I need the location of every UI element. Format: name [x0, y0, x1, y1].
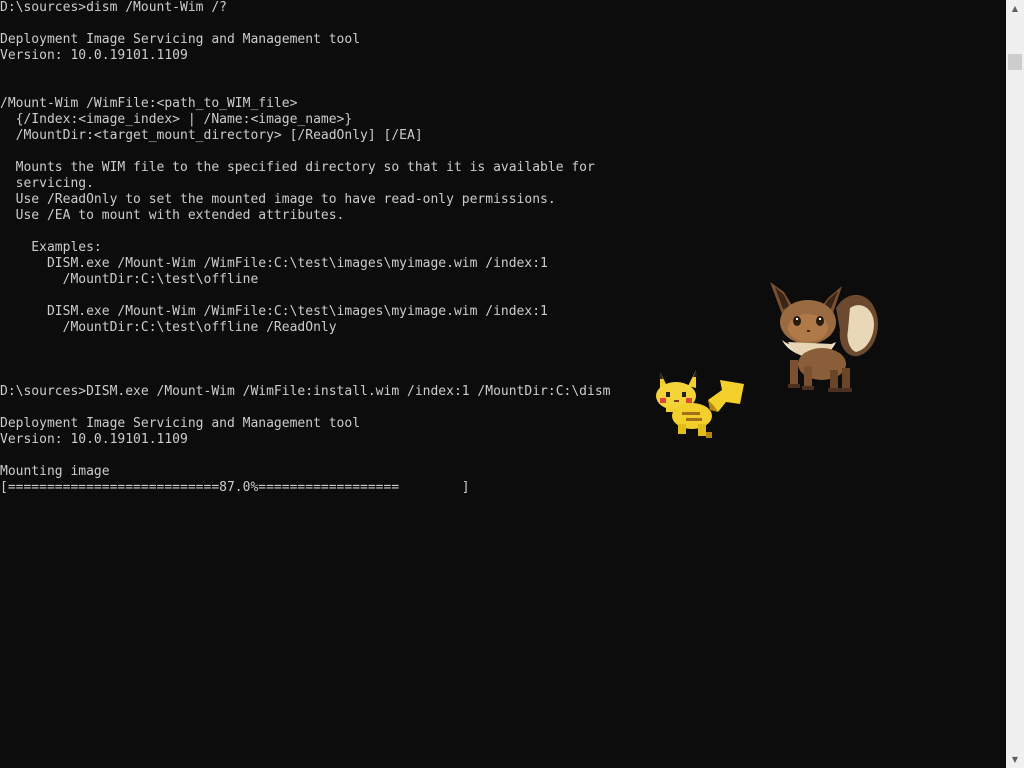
- console-line: /MountDir:<target_mount_directory> [/Rea…: [0, 128, 423, 143]
- console-line: Use /EA to mount with extended attribute…: [0, 208, 345, 223]
- console-line: Examples:: [0, 240, 102, 255]
- console-line: Mounts the WIM file to the specified dir…: [0, 160, 595, 175]
- console-line: servicing.: [0, 176, 94, 191]
- scroll-thumb[interactable]: [1008, 54, 1022, 70]
- console-line: Deployment Image Servicing and Managemen…: [0, 32, 361, 47]
- eevee-icon: [770, 282, 878, 392]
- console-line: DISM.exe /Mount-Wim /WimFile:C:\test\ima…: [0, 256, 548, 271]
- scroll-up-arrow-icon[interactable]: ▲: [1006, 0, 1024, 17]
- command-prompt-line: D:\sources>dism /Mount-Wim /?: [0, 0, 227, 15]
- mount-progress-bar: [===========================87.0%=======…: [0, 480, 470, 495]
- console-line: Use /ReadOnly to set the mounted image t…: [0, 192, 556, 207]
- console-line: Version: 10.0.19101.1109: [0, 432, 188, 447]
- console-line: Deployment Image Servicing and Managemen…: [0, 416, 361, 431]
- console-window[interactable]: D:\sources>dism /Mount-Wim /? Deployment …: [0, 0, 1006, 768]
- console-line: Mounting image: [0, 464, 110, 479]
- console-line: {/Index:<image_index> | /Name:<image_nam…: [0, 112, 353, 127]
- pikachu-icon: [656, 370, 744, 438]
- scroll-down-arrow-icon[interactable]: ▼: [1006, 751, 1024, 768]
- vertical-scrollbar[interactable]: ▲ ▼: [1006, 0, 1024, 768]
- console-line: Version: 10.0.19101.1109: [0, 48, 188, 63]
- console-line: /Mount-Wim /WimFile:<path_to_WIM_file>: [0, 96, 298, 111]
- console-output: D:\sources>dism /Mount-Wim /? Deployment …: [0, 0, 1006, 496]
